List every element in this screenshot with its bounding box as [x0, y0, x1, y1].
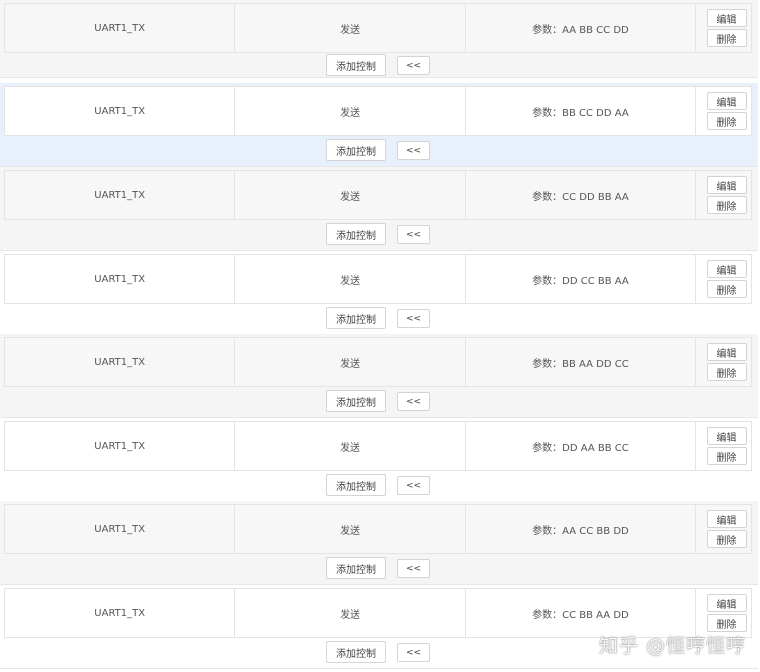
- control-table: UART1_TX 发送 参数：BB CC DD AA 编辑 删除: [4, 86, 752, 136]
- action-cell: 发送: [235, 87, 466, 135]
- control-row: UART1_TX 发送 参数：BB AA DD CC 编辑 删除 添加控制 <<: [0, 334, 758, 418]
- edit-button[interactable]: 编辑: [706, 343, 747, 361]
- control-table: UART1_TX 发送 参数：BB AA DD CC 编辑 删除: [4, 337, 752, 387]
- row-actions: 编辑 删除: [696, 589, 751, 637]
- control-row: UART1_TX 发送 参数：AA CC BB DD 编辑 删除 添加控制 <<: [0, 501, 758, 585]
- row-button-bar: 添加控制 <<: [0, 474, 758, 496]
- edit-button[interactable]: 编辑: [706, 92, 747, 110]
- delete-button[interactable]: 删除: [706, 363, 747, 381]
- row-actions: 编辑 删除: [696, 422, 751, 470]
- action-cell: 发送: [235, 171, 466, 219]
- signal-cell: UART1_TX: [5, 171, 236, 219]
- add-control-button[interactable]: 添加控制: [326, 557, 386, 579]
- delete-button[interactable]: 删除: [706, 530, 747, 548]
- delete-button[interactable]: 删除: [706, 112, 747, 130]
- params-cell: 参数：CC DD BB AA: [466, 171, 697, 219]
- add-control-button[interactable]: 添加控制: [326, 54, 386, 76]
- action-cell: 发送: [235, 505, 466, 553]
- collapse-button[interactable]: <<: [397, 225, 430, 244]
- action-cell: 发送: [235, 422, 466, 470]
- params-cell: 参数：DD AA BB CC: [466, 422, 697, 470]
- watermark-text: 知乎 @恒哼恒哼: [598, 635, 746, 657]
- delete-button[interactable]: 删除: [706, 29, 747, 47]
- signal-cell: UART1_TX: [5, 422, 236, 470]
- signal-cell: UART1_TX: [5, 338, 236, 386]
- params-cell: 参数：CC BB AA DD: [466, 589, 697, 637]
- signal-cell: UART1_TX: [5, 87, 236, 135]
- row-actions: 编辑 删除: [696, 171, 751, 219]
- edit-button[interactable]: 编辑: [706, 176, 747, 194]
- control-row: UART1_TX 发送 参数：AA BB CC DD 编辑 删除 添加控制 <<: [0, 0, 758, 78]
- edit-button[interactable]: 编辑: [706, 510, 747, 528]
- row-button-bar: 添加控制 <<: [0, 139, 758, 161]
- delete-button[interactable]: 删除: [706, 280, 747, 298]
- collapse-button[interactable]: <<: [397, 309, 430, 328]
- collapse-button[interactable]: <<: [397, 476, 430, 495]
- control-table: UART1_TX 发送 参数：AA BB CC DD 编辑 删除: [4, 3, 752, 53]
- row-button-bar: 添加控制 <<: [0, 54, 758, 76]
- params-cell: 参数：DD CC BB AA: [466, 255, 697, 303]
- signal-cell: UART1_TX: [5, 255, 236, 303]
- row-button-bar: 添加控制 <<: [0, 307, 758, 329]
- params-cell: 参数：BB AA DD CC: [466, 338, 697, 386]
- collapse-button[interactable]: <<: [397, 141, 430, 160]
- signal-cell: UART1_TX: [5, 4, 236, 52]
- params-cell: 参数：AA CC BB DD: [466, 505, 697, 553]
- row-actions: 编辑 删除: [696, 87, 751, 135]
- action-cell: 发送: [235, 255, 466, 303]
- control-row: UART1_TX 发送 参数：DD CC BB AA 编辑 删除 添加控制 <<: [0, 251, 758, 335]
- control-list: UART1_TX 发送 参数：AA BB CC DD 编辑 删除 添加控制 <<…: [0, 0, 760, 672]
- delete-button[interactable]: 删除: [706, 614, 747, 632]
- collapse-button[interactable]: <<: [397, 559, 430, 578]
- delete-button[interactable]: 删除: [706, 196, 747, 214]
- collapse-button[interactable]: <<: [397, 392, 430, 411]
- control-table: UART1_TX 发送 参数：DD CC BB AA 编辑 删除: [4, 254, 752, 304]
- edit-button[interactable]: 编辑: [706, 260, 747, 278]
- control-table: UART1_TX 发送 参数：DD AA BB CC 编辑 删除: [4, 421, 752, 471]
- row-button-bar: 添加控制 <<: [0, 223, 758, 245]
- action-cell: 发送: [235, 338, 466, 386]
- signal-cell: UART1_TX: [5, 589, 236, 637]
- edit-button[interactable]: 编辑: [706, 594, 747, 612]
- edit-button[interactable]: 编辑: [706, 9, 747, 27]
- add-control-button[interactable]: 添加控制: [326, 641, 386, 663]
- add-control-button[interactable]: 添加控制: [326, 223, 386, 245]
- params-cell: 参数：BB CC DD AA: [466, 87, 697, 135]
- delete-button[interactable]: 删除: [706, 447, 747, 465]
- signal-cell: UART1_TX: [5, 505, 236, 553]
- control-row: UART1_TX 发送 参数：DD AA BB CC 编辑 删除 添加控制 <<: [0, 418, 758, 502]
- add-control-button[interactable]: 添加控制: [326, 307, 386, 329]
- collapse-button[interactable]: <<: [397, 643, 430, 662]
- params-cell: 参数：AA BB CC DD: [466, 4, 697, 52]
- collapse-button[interactable]: <<: [397, 56, 430, 75]
- add-control-button[interactable]: 添加控制: [326, 139, 386, 161]
- row-actions: 编辑 删除: [696, 505, 751, 553]
- row-actions: 编辑 删除: [696, 4, 751, 52]
- row-actions: 编辑 删除: [696, 255, 751, 303]
- action-cell: 发送: [235, 589, 466, 637]
- edit-button[interactable]: 编辑: [706, 427, 747, 445]
- control-row: UART1_TX 发送 参数：CC DD BB AA 编辑 删除 添加控制 <<: [0, 167, 758, 251]
- row-button-bar: 添加控制 <<: [0, 557, 758, 579]
- add-control-button[interactable]: 添加控制: [326, 390, 386, 412]
- row-button-bar: 添加控制 <<: [0, 390, 758, 412]
- row-actions: 编辑 删除: [696, 338, 751, 386]
- add-control-button[interactable]: 添加控制: [326, 474, 386, 496]
- control-row: UART1_TX 发送 参数：BB CC DD AA 编辑 删除 添加控制 <<: [0, 83, 758, 167]
- action-cell: 发送: [235, 4, 466, 52]
- control-table: UART1_TX 发送 参数：CC DD BB AA 编辑 删除: [4, 170, 752, 220]
- control-table: UART1_TX 发送 参数：AA CC BB DD 编辑 删除: [4, 504, 752, 554]
